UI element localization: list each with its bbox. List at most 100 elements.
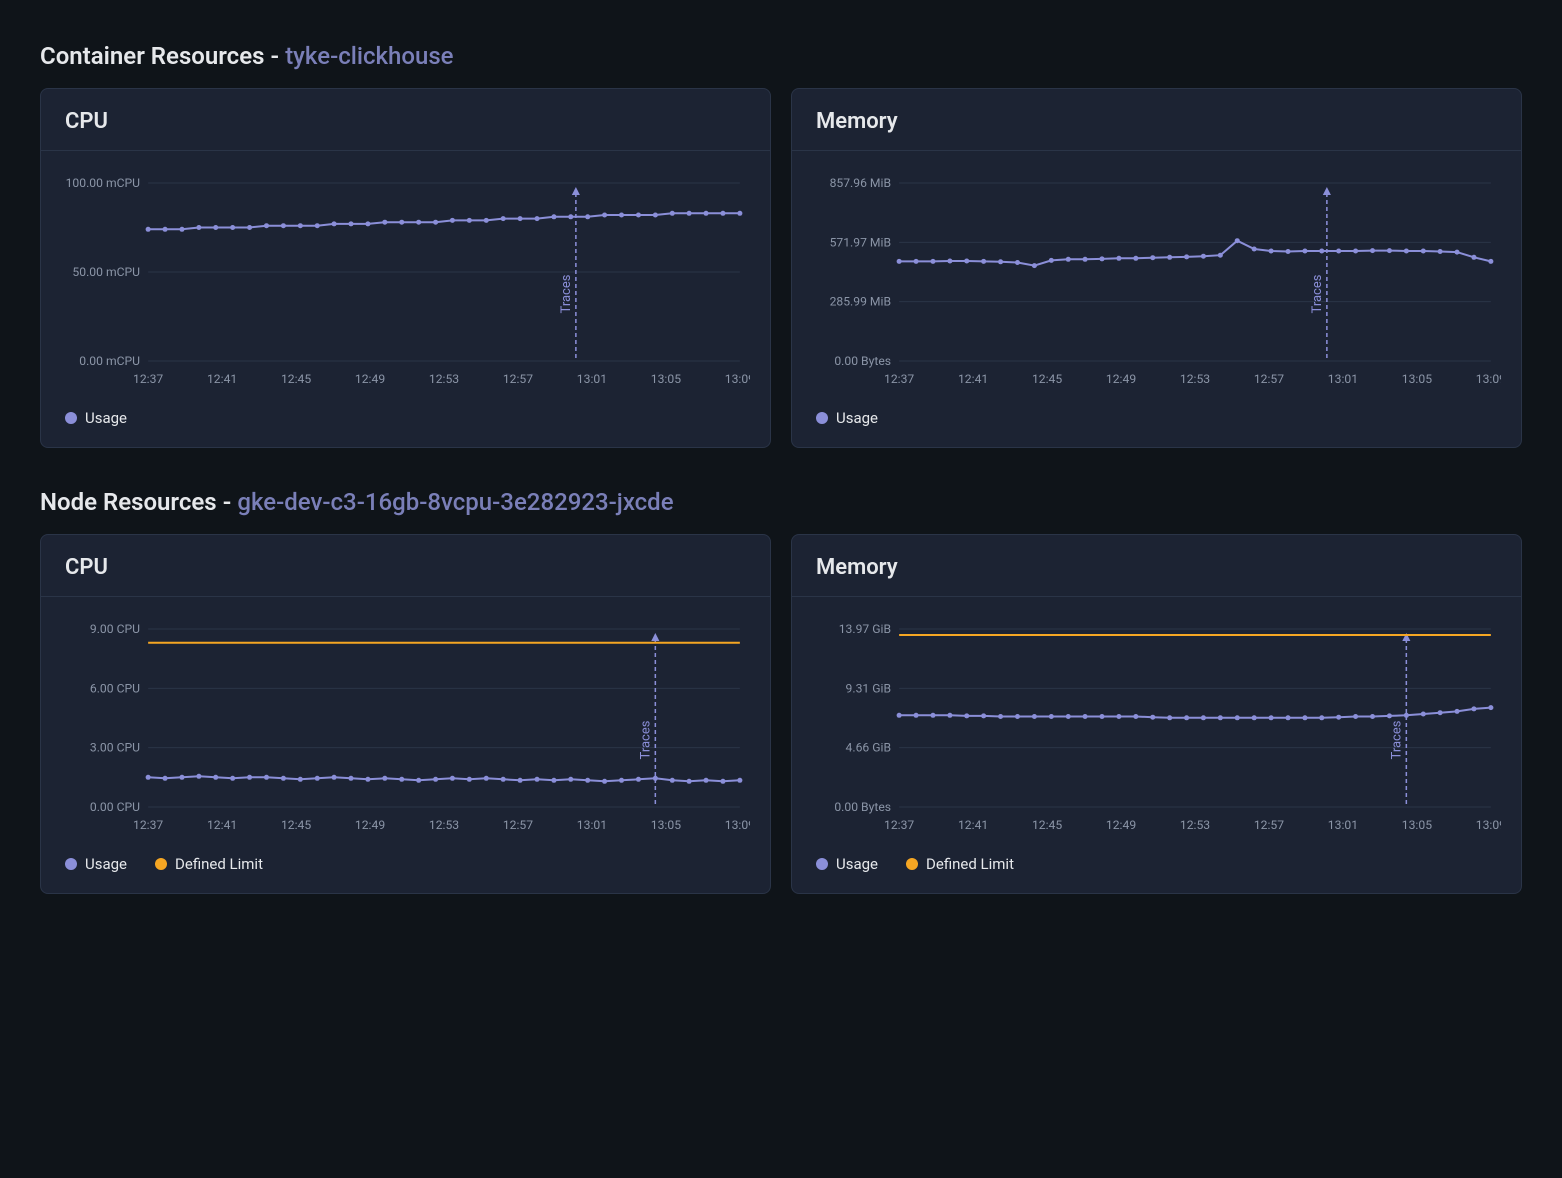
legend-item-limit[interactable]: Defined Limit — [155, 855, 263, 873]
section-title-name: tyke-clickhouse — [285, 42, 453, 70]
svg-text:12:37: 12:37 — [133, 818, 163, 832]
svg-text:13:01: 13:01 — [1328, 818, 1358, 832]
legend-item-limit[interactable]: Defined Limit — [906, 855, 1014, 873]
panel-title: Memory — [816, 555, 1497, 580]
chart-node_cpu[interactable]: 0.00 CPU 3.00 CPU 6.00 CPU 9.00 CPU 12:37 12:… — [41, 597, 770, 845]
svg-text:12:53: 12:53 — [1180, 372, 1210, 386]
legend: Usage — [792, 399, 1521, 447]
panel-node_cpu: CPU 0.00 CPU 3.00 CPU 6.00 CPU 9.00 CPU 12:3… — [40, 534, 771, 894]
svg-text:13:09: 13:09 — [1476, 818, 1501, 832]
svg-text:9.00 CPU: 9.00 CPU — [90, 622, 140, 636]
section-title-node: Node Resources - gke-dev-c3-16gb-8vcpu-3… — [40, 488, 1522, 516]
svg-text:12:49: 12:49 — [355, 818, 385, 832]
svg-text:9.31 GiB: 9.31 GiB — [846, 681, 891, 695]
svg-text:13:05: 13:05 — [651, 372, 681, 386]
limit-swatch-icon — [906, 858, 918, 870]
svg-text:Traces: Traces — [638, 720, 653, 759]
panel-title: CPU — [65, 555, 746, 580]
svg-text:13:09: 13:09 — [725, 818, 750, 832]
section-title-name: gke-dev-c3-16gb-8vcpu-3e282923-jxcde — [237, 488, 673, 516]
svg-text:13.97 GiB: 13.97 GiB — [839, 622, 891, 636]
svg-text:12:49: 12:49 — [1106, 372, 1136, 386]
row-node: CPU 0.00 CPU 3.00 CPU 6.00 CPU 9.00 CPU 12:3… — [40, 534, 1522, 894]
legend-label: Defined Limit — [926, 855, 1014, 873]
legend-item-usage[interactable]: Usage — [65, 855, 127, 873]
svg-text:571.97 MiB: 571.97 MiB — [830, 235, 891, 249]
section-title-prefix: Node Resources - — [40, 488, 237, 516]
svg-text:12:53: 12:53 — [1180, 818, 1210, 832]
legend-label: Usage — [85, 409, 127, 427]
panel-title: CPU — [65, 109, 746, 134]
legend: Usage Defined Limit — [792, 845, 1521, 893]
panel-header: CPU — [41, 89, 770, 151]
svg-text:100.00 mCPU: 100.00 mCPU — [66, 176, 141, 190]
panel-header: Memory — [792, 89, 1521, 151]
svg-text:12:41: 12:41 — [207, 818, 237, 832]
svg-text:12:45: 12:45 — [281, 818, 311, 832]
panel-header: Memory — [792, 535, 1521, 597]
panel-node_mem: Memory 0.00 Bytes 4.66 GiB 9.31 GiB 13.97 G… — [791, 534, 1522, 894]
svg-text:12:57: 12:57 — [1254, 372, 1284, 386]
panel-header: CPU — [41, 535, 770, 597]
svg-text:4.66 GiB: 4.66 GiB — [846, 741, 891, 755]
row-container: CPU 0.00 mCPU 50.00 mCPU 100.00 mCPU 12:37 1… — [40, 88, 1522, 448]
svg-text:12:45: 12:45 — [1032, 818, 1062, 832]
usage-swatch-icon — [816, 858, 828, 870]
svg-text:285.99 MiB: 285.99 MiB — [830, 295, 891, 309]
svg-text:12:53: 12:53 — [429, 372, 459, 386]
chart-node_mem[interactable]: 0.00 Bytes4.66 GiB9.31 GiB13.97 GiB12:37… — [792, 597, 1521, 845]
svg-text:13:01: 13:01 — [577, 372, 607, 386]
svg-text:0.00 mCPU: 0.00 mCPU — [79, 354, 140, 368]
svg-text:50.00 mCPU: 50.00 mCPU — [72, 265, 140, 279]
legend-label: Usage — [836, 409, 878, 427]
svg-text:0.00 Bytes: 0.00 Bytes — [834, 800, 891, 814]
svg-text:13:01: 13:01 — [577, 818, 607, 832]
section-title-prefix: Container Resources - — [40, 42, 285, 70]
svg-text:13:05: 13:05 — [1402, 818, 1432, 832]
usage-swatch-icon — [65, 858, 77, 870]
legend-item-usage[interactable]: Usage — [816, 409, 878, 427]
panel-container_cpu: CPU 0.00 mCPU 50.00 mCPU 100.00 mCPU 12:37 1… — [40, 88, 771, 448]
svg-text:Traces: Traces — [1389, 720, 1404, 759]
svg-text:13:05: 13:05 — [651, 818, 681, 832]
svg-text:3.00 CPU: 3.00 CPU — [90, 741, 140, 755]
svg-text:12:57: 12:57 — [1254, 818, 1284, 832]
legend-label: Usage — [836, 855, 878, 873]
chart-container_mem[interactable]: 0.00 Bytes 285.99 MiB 571.97 MiB 857.96 MiB… — [792, 151, 1521, 399]
section-title-container: Container Resources - tyke-clickhouse — [40, 42, 1522, 70]
chart-container_cpu[interactable]: 0.00 mCPU 50.00 mCPU 100.00 mCPU 12:37 12:41… — [41, 151, 770, 399]
svg-text:12:41: 12:41 — [958, 818, 988, 832]
svg-text:13:01: 13:01 — [1328, 372, 1358, 386]
svg-text:12:41: 12:41 — [958, 372, 988, 386]
svg-text:12:41: 12:41 — [207, 372, 237, 386]
svg-text:857.96 MiB: 857.96 MiB — [830, 176, 891, 190]
svg-text:13:09: 13:09 — [725, 372, 750, 386]
svg-text:12:45: 12:45 — [281, 372, 311, 386]
legend-label: Usage — [85, 855, 127, 873]
legend-item-usage[interactable]: Usage — [816, 855, 878, 873]
svg-text:12:49: 12:49 — [1106, 818, 1136, 832]
limit-swatch-icon — [155, 858, 167, 870]
svg-text:12:37: 12:37 — [884, 372, 914, 386]
svg-text:6.00 CPU: 6.00 CPU — [90, 681, 140, 695]
legend-label: Defined Limit — [175, 855, 263, 873]
panel-container_mem: Memory 0.00 Bytes 285.99 MiB 571.97 MiB 857… — [791, 88, 1522, 448]
svg-text:12:53: 12:53 — [429, 818, 459, 832]
svg-text:0.00 CPU: 0.00 CPU — [90, 800, 140, 814]
svg-text:Traces: Traces — [1310, 274, 1325, 313]
svg-text:0.00 Bytes: 0.00 Bytes — [834, 354, 891, 368]
svg-text:Traces: Traces — [559, 274, 574, 313]
svg-text:12:45: 12:45 — [1032, 372, 1062, 386]
svg-text:13:05: 13:05 — [1402, 372, 1432, 386]
svg-text:12:57: 12:57 — [503, 818, 533, 832]
svg-text:13:09: 13:09 — [1476, 372, 1501, 386]
legend: Usage Defined Limit — [41, 845, 770, 893]
svg-text:12:49: 12:49 — [355, 372, 385, 386]
panel-title: Memory — [816, 109, 1497, 134]
usage-swatch-icon — [816, 412, 828, 424]
legend: Usage — [41, 399, 770, 447]
usage-swatch-icon — [65, 412, 77, 424]
svg-text:12:37: 12:37 — [133, 372, 163, 386]
legend-item-usage[interactable]: Usage — [65, 409, 127, 427]
svg-text:12:57: 12:57 — [503, 372, 533, 386]
